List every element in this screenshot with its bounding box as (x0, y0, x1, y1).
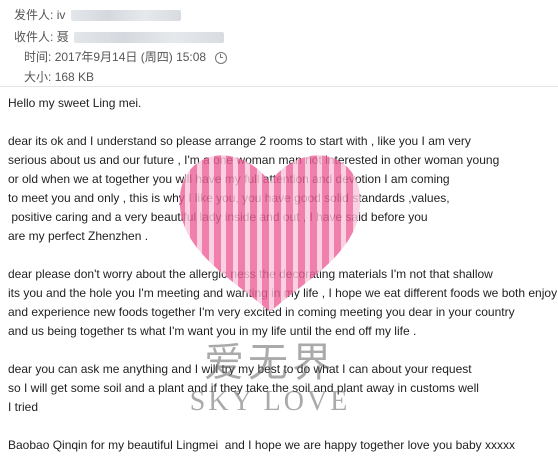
email-text-line: dear please don't worry about the allerg… (8, 267, 493, 281)
size-value: 168 KB (54, 70, 95, 84)
to-label: 收件人: (14, 30, 54, 44)
size-row: 大小: 168 KB (24, 70, 94, 84)
time-row: 时间: 2017年9月14日 (周四) 15:08 (24, 50, 228, 64)
email-text-line: I tried (8, 400, 39, 414)
email-text-line: positive caring and a very beautiful lad… (8, 210, 428, 224)
email-text-line: so I will get some soil and a plant and … (8, 381, 479, 395)
to-value[interactable]: 聂 (57, 30, 69, 44)
email-text-line: its you and the hole you I'm meeting and… (8, 286, 558, 300)
email-text-line: to meet you and only , this is why I lik… (8, 191, 450, 205)
to-row: 收件人: 聂 (14, 30, 225, 44)
email-body: Hello my sweet Ling mei. dear its ok and … (8, 94, 558, 455)
email-text-line: and us being together ts what I'm want y… (8, 324, 417, 338)
from-row: 发件人: iv (14, 8, 181, 22)
redacted-sender (70, 10, 181, 22)
email-text-line: dear its ok and I understand so please a… (8, 134, 471, 148)
time-label: 时间: (24, 50, 52, 64)
email-header: 发件人: iv 收件人: 聂 时间: 2017年9月14日 (周四) 15:08… (0, 0, 558, 86)
time-value: 2017年9月14日 (周四) 15:08 (54, 50, 207, 64)
email-text-line: dear you can ask me anything and I will … (8, 362, 472, 376)
from-value[interactable]: iv (57, 8, 66, 22)
size-label: 大小: (24, 70, 52, 84)
email-text-line: are my perfect Zhenzhen . (8, 229, 149, 243)
email-text-line: serious about us and our future , I'm a … (8, 153, 500, 167)
email-text-line: Baobao Qinqin for my beautiful Lingmei a… (8, 438, 515, 452)
redacted-recipient (74, 32, 225, 44)
email-text-line: and experience new foods together I'm ve… (8, 305, 515, 319)
email-text-line: Hello my sweet Ling mei. (8, 96, 142, 110)
email-text-line: or old when we at together you will have… (8, 172, 450, 186)
clock-icon[interactable] (215, 51, 228, 64)
header-divider (0, 86, 558, 87)
from-label: 发件人: (14, 8, 54, 22)
